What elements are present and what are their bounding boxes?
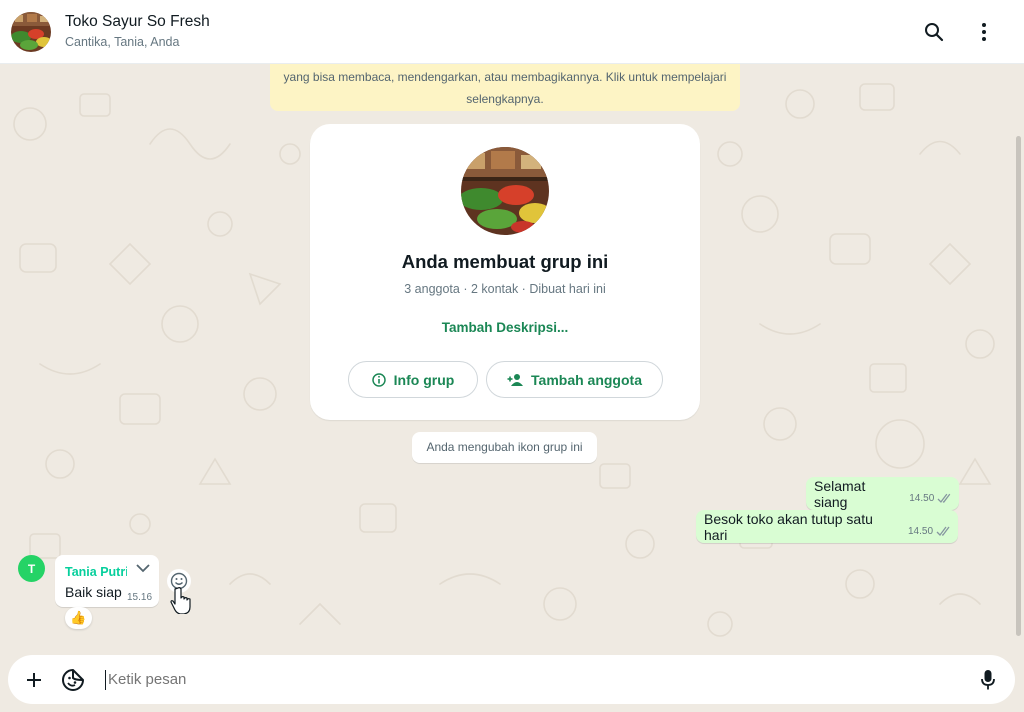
add-member-button[interactable]: Tambah anggota <box>486 361 663 398</box>
chat-scrollbar[interactable] <box>1016 136 1021 636</box>
add-member-label: Tambah anggota <box>531 371 642 388</box>
message-text: Besok toko akan tutup satu hari <box>704 510 873 543</box>
double-check-icon <box>937 493 951 503</box>
sender-avatar[interactable]: T <box>18 555 45 582</box>
chat-title[interactable]: Toko Sayur So Fresh <box>65 12 210 32</box>
group-info-label: Info grup <box>393 371 455 388</box>
search-button[interactable] <box>914 12 954 52</box>
plus-icon <box>27 672 41 687</box>
message-text: Selamat siang <box>814 477 866 510</box>
menu-button[interactable] <box>964 12 1004 52</box>
group-created-card: Anda membuat grup ini 3 anggota · 2 kont… <box>310 124 700 420</box>
group-meta: 3 anggota · 2 kontak · Dibuat hari ini <box>404 282 606 296</box>
chat-header: Toko Sayur So Fresh Cantika, Tania, Anda <box>0 0 1024 64</box>
microphone-icon <box>981 669 995 689</box>
message-text: Baik siap <box>65 584 122 600</box>
system-message: Anda mengubah ikon grup ini <box>412 432 597 463</box>
encryption-notice[interactable]: yang bisa membaca, mendengarkan, atau me… <box>270 64 740 111</box>
chevron-down-icon[interactable] <box>135 562 151 574</box>
vegetable-market-photo <box>461 147 549 235</box>
add-description-link[interactable]: Tambah Deskripsi... <box>310 320 700 335</box>
group-avatar[interactable] <box>11 11 51 52</box>
more-vertical-icon <box>982 22 986 41</box>
group-members: Cantika, Tania, Anda <box>65 35 180 49</box>
group-created-title: Anda membuat grup ini <box>401 251 609 272</box>
composer-bar <box>0 648 1024 712</box>
emoji-sticker-button[interactable] <box>55 662 91 698</box>
sticker-icon <box>62 668 84 691</box>
attach-button[interactable] <box>16 662 52 698</box>
outgoing-message[interactable]: Besok toko akan tutup satu hari 14.50 <box>696 510 958 543</box>
voice-message-button[interactable] <box>970 662 1006 698</box>
info-icon <box>371 372 386 387</box>
chat-area[interactable]: yang bisa membaca, mendengarkan, atau me… <box>0 64 1024 648</box>
message-time: 14.50 <box>907 525 934 537</box>
sender-name[interactable]: Tania Putri <box>65 565 127 579</box>
message-input[interactable] <box>105 669 962 690</box>
message-reaction[interactable]: 👍 <box>65 607 92 629</box>
group-info-button[interactable]: Info grup <box>348 361 478 398</box>
composer <box>8 655 1015 704</box>
message-time: 14.50 <box>909 492 935 504</box>
incoming-message[interactable]: Tania Putri Baik siap 15.16 <box>55 555 159 607</box>
search-icon <box>925 22 944 41</box>
outgoing-message[interactable]: Selamat siang 14.50 <box>806 477 959 510</box>
message-time: 15.16 <box>127 592 153 603</box>
double-check-icon <box>936 526 950 536</box>
add-person-icon <box>507 373 524 386</box>
vegetable-market-photo <box>11 11 51 52</box>
hand-pointer-cursor-icon <box>170 587 191 614</box>
group-card-avatar[interactable] <box>461 147 549 235</box>
